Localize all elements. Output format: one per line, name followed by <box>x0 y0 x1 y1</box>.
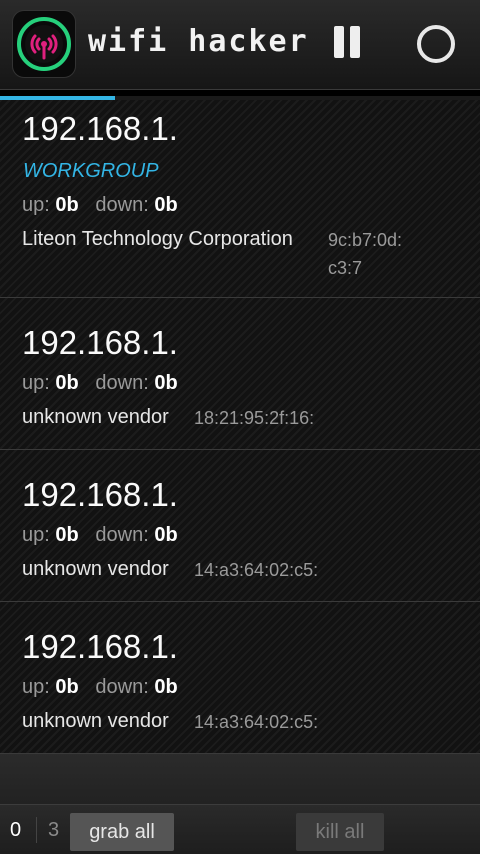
up-value: 0b <box>55 524 79 546</box>
down-value: 0b <box>154 372 178 394</box>
host-ip: 192.168.1. <box>22 110 178 147</box>
host-traffic: up: 0b down: 0b <box>22 676 178 699</box>
mac-line: c3:7 <box>328 258 363 278</box>
host-traffic: up: 0b down: 0b <box>22 524 178 547</box>
host-traffic: up: 0b down: 0b <box>22 194 178 217</box>
down-label: down: <box>95 524 149 546</box>
kill-all-button[interactable]: kill all <box>296 813 384 851</box>
grab-all-button[interactable]: grab all <box>70 813 174 851</box>
up-value: 0b <box>55 372 79 394</box>
up-label: up: <box>22 524 50 546</box>
down-value: 0b <box>154 194 178 216</box>
host-vendor: unknown vendor <box>22 558 169 580</box>
total-count: 3 <box>48 819 60 841</box>
up-value: 0b <box>55 194 79 216</box>
host-mac: 14:a3:64:02:c5: <box>194 712 319 732</box>
host-item[interactable]: 192.168.1. WORKGROUP up: 0b down: 0b Lit… <box>0 100 480 298</box>
host-mac: 9c:b7:0d: c3:7 <box>328 226 402 282</box>
mac-line: 9c:b7:0d: <box>328 230 403 250</box>
host-mac: 18:21:95:2f:16: <box>194 408 315 428</box>
count-divider <box>36 817 37 843</box>
host-item[interactable]: 192.168.1. up: 0b down: 0b unknown vendo… <box>0 298 480 450</box>
app-title: wifi hacker <box>88 24 309 59</box>
up-label: up: <box>22 676 50 698</box>
host-vendor: unknown vendor <box>22 406 169 428</box>
host-mac: 14:a3:64:02:c5: <box>194 560 319 580</box>
host-vendor: Liteon Technology Corporation <box>22 228 293 250</box>
host-item[interactable]: 192.168.1. up: 0b down: 0b unknown vendo… <box>0 602 480 754</box>
action-bar: wifi hacker <box>0 0 480 90</box>
pause-icon[interactable] <box>330 26 364 60</box>
refresh-icon[interactable] <box>414 22 458 66</box>
host-ip: 192.168.1. <box>22 476 178 513</box>
down-label: down: <box>95 194 149 216</box>
host-ip: 192.168.1. <box>22 628 178 665</box>
host-vendor: unknown vendor <box>22 710 169 732</box>
wifi-antenna-icon[interactable] <box>12 10 76 78</box>
bottom-bar: 0 3 grab all kill all <box>0 804 480 854</box>
host-ip: 192.168.1. <box>22 324 178 361</box>
up-label: up: <box>22 194 50 216</box>
host-traffic: up: 0b down: 0b <box>22 372 178 395</box>
list-footer <box>0 754 480 804</box>
selected-count: 0 <box>10 819 22 841</box>
host-list[interactable]: 192.168.1. WORKGROUP up: 0b down: 0b Lit… <box>0 100 480 754</box>
down-label: down: <box>95 676 149 698</box>
up-value: 0b <box>55 676 79 698</box>
down-value: 0b <box>154 524 178 546</box>
host-item[interactable]: 192.168.1. up: 0b down: 0b unknown vendo… <box>0 450 480 602</box>
down-label: down: <box>95 372 149 394</box>
host-workgroup: WORKGROUP <box>23 160 159 182</box>
down-value: 0b <box>154 676 178 698</box>
up-label: up: <box>22 372 50 394</box>
